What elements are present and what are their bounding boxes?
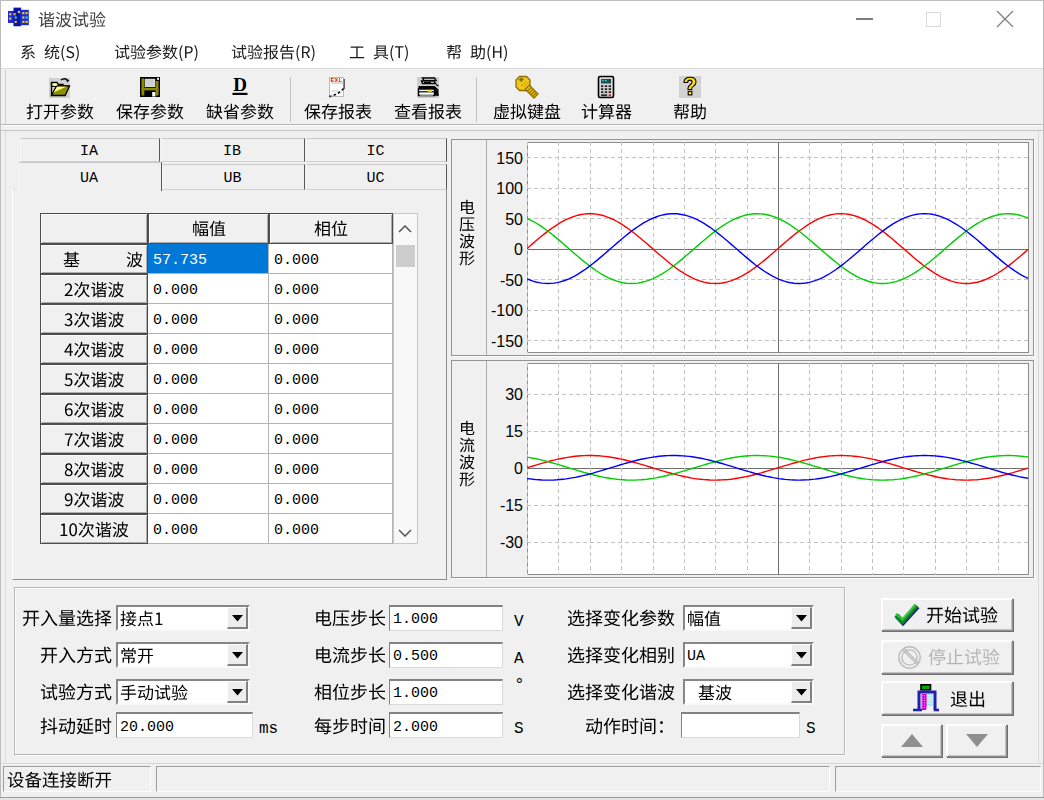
svg-text:EXL: EXL — [331, 77, 343, 83]
svg-text:D: D — [233, 75, 247, 95]
